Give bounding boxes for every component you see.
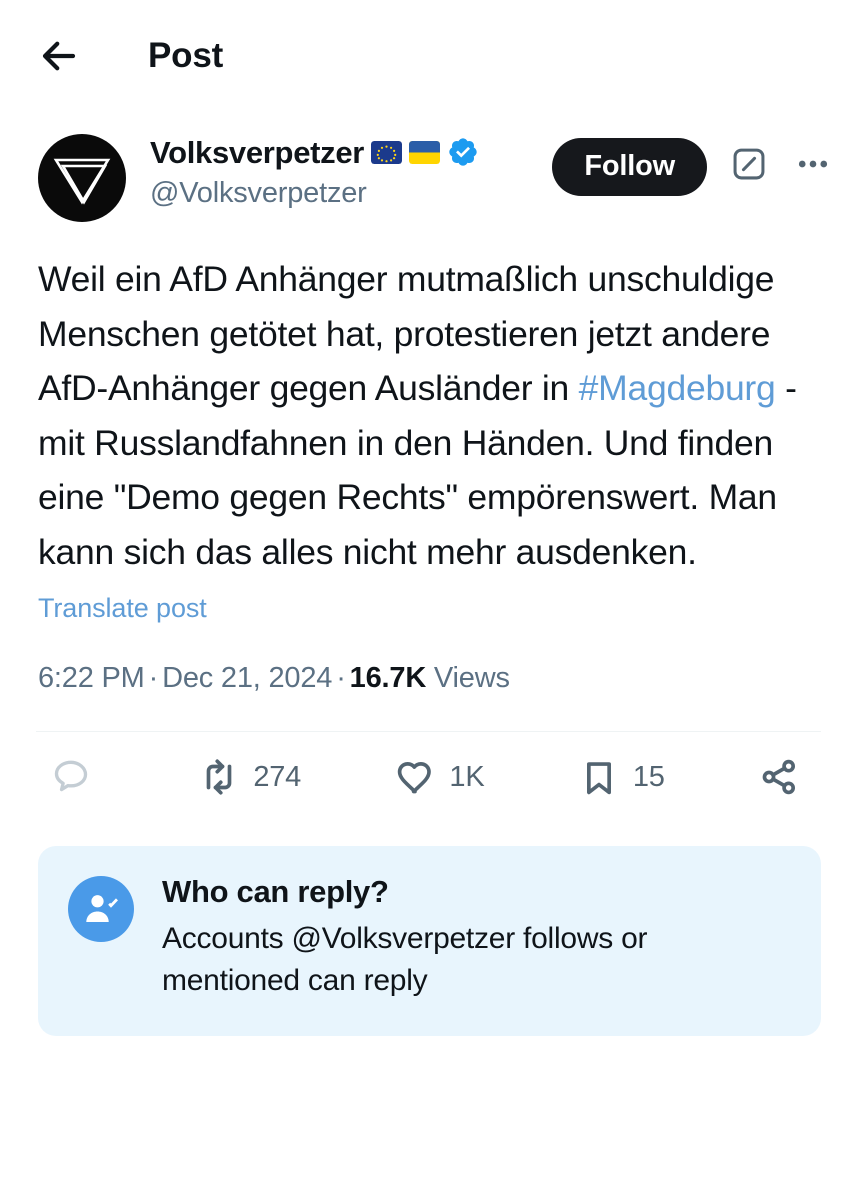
person-check-icon (80, 888, 122, 930)
eu-flag-emoji (371, 140, 403, 164)
post-detail-screen: Post Volksverpetzer @Volksverpetzer Foll… (0, 0, 857, 1200)
who-can-reply-box[interactable]: Who can reply? Accounts @Volksverpetzer … (38, 846, 821, 1036)
person-check-icon-wrapper (68, 876, 134, 942)
repost-count: 274 (253, 760, 302, 793)
share-icon (758, 756, 800, 798)
meta-separator-2: · (336, 662, 346, 694)
reply-icon (50, 756, 92, 798)
app-header: Post (0, 0, 857, 112)
account-handle[interactable]: @Volksverpetzer (150, 177, 552, 210)
like-button[interactable]: 1K (394, 756, 485, 798)
bookmark-count: 15 (632, 760, 665, 793)
like-count: 1K (449, 760, 485, 793)
tweet-date: Dec 21, 2024 (162, 662, 333, 694)
translate-post-link[interactable]: Translate post (0, 579, 857, 624)
verified-badge-icon (449, 138, 477, 166)
bookmark-icon (578, 756, 620, 798)
hashtag-link[interactable]: #Magdeburg (579, 368, 776, 408)
meta-separator-1: · (148, 662, 159, 694)
avatar[interactable] (38, 134, 126, 222)
more-options-icon (794, 145, 832, 188)
back-arrow-icon (38, 35, 80, 77)
tweet-action-bar: 274 1K 15 (0, 732, 857, 798)
display-name[interactable]: Volksverpetzer (150, 137, 364, 168)
who-can-reply-description: Accounts @Volksverpetzer follows or ment… (162, 922, 648, 997)
account-header: Volksverpetzer @Volksverpetzer Follow (0, 112, 857, 222)
tweet-metadata: 6:22 PM · Dec 21, 2024 · 16.7K Views (0, 624, 857, 695)
bookmark-button[interactable]: 15 (578, 756, 665, 798)
back-button[interactable] (36, 33, 82, 79)
repost-icon (198, 756, 240, 798)
grok-button[interactable] (727, 145, 771, 189)
who-can-reply-text: Who can reply? Accounts @Volksverpetzer … (162, 874, 762, 1002)
grok-icon (730, 145, 768, 188)
views-label: Views (433, 662, 510, 694)
page-title: Post (148, 36, 224, 75)
tweet-time: 6:22 PM (38, 662, 145, 694)
ukraine-flag-emoji (409, 140, 441, 164)
repost-button[interactable]: 274 (198, 756, 301, 798)
account-identity: Volksverpetzer @Volksverpetzer (150, 134, 552, 210)
more-options-button[interactable] (791, 145, 835, 189)
who-can-reply-title: Who can reply? (162, 874, 389, 909)
follow-button[interactable]: Follow (552, 138, 707, 196)
views-count: 16.7K (349, 662, 427, 694)
volksverpetzer-logo-avatar (50, 146, 114, 210)
like-heart-icon (394, 756, 436, 798)
display-name-row: Volksverpetzer (150, 136, 552, 168)
account-actions: Follow (552, 134, 835, 196)
reply-button[interactable] (50, 756, 105, 798)
tweet-text: Weil ein AfD Anhänger mutmaßlich unschul… (0, 222, 857, 579)
share-button[interactable] (758, 756, 813, 798)
